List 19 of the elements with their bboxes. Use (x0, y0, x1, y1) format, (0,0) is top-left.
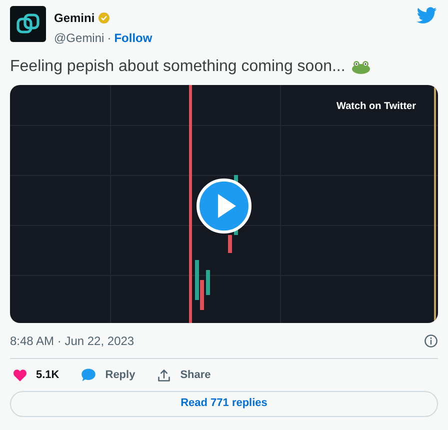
separator: · (107, 30, 112, 47)
timestamp[interactable]: 8:48 AM · Jun 22, 2023 (10, 332, 134, 350)
like-button[interactable]: 5.1K (13, 367, 60, 384)
info-icon[interactable] (424, 334, 438, 348)
share-button[interactable]: Share (157, 367, 211, 384)
share-icon (157, 368, 172, 383)
author-name[interactable]: Gemini (54, 9, 95, 27)
logo-icon[interactable] (10, 6, 46, 42)
play-icon[interactable] (196, 178, 252, 234)
frog-icon (351, 60, 372, 74)
heart-icon (13, 368, 27, 382)
author-handle[interactable]: @Gemini (54, 29, 104, 47)
follow-link[interactable]: Follow (114, 29, 152, 47)
speech-bubble-icon (81, 368, 96, 382)
tweet-text: Feeling pepish about something coming soon... (10, 57, 346, 77)
watch-on-twitter-label[interactable]: Watch on Twitter (336, 99, 416, 114)
reply-button[interactable]: Reply (81, 367, 136, 384)
read-replies-button[interactable]: Read 771 replies (10, 390, 438, 416)
bird-icon[interactable] (417, 7, 437, 24)
